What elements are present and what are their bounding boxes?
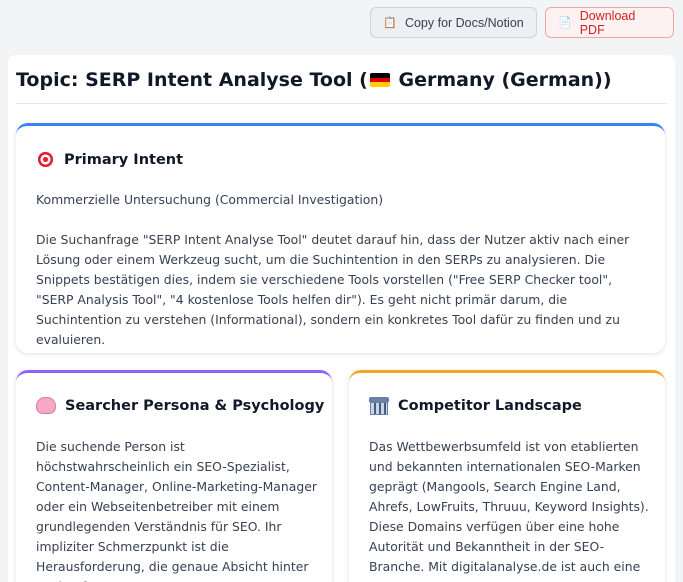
persona-header: Searcher Persona & Psychology <box>36 397 324 414</box>
primary-intent-header: Primary Intent <box>36 150 183 169</box>
download-pdf-button[interactable]: 📄 Download PDF <box>545 7 674 38</box>
competitor-header: Competitor Landscape <box>369 397 582 415</box>
persona-text: Die suchende Person ist höchstwahrschein… <box>36 439 317 582</box>
persona-body: Die suchende Person ist höchstwahrschein… <box>36 437 318 582</box>
primary-intent-body: Kommerzielle Untersuchung (Commercial In… <box>36 190 651 350</box>
clipboard-icon: 📋 <box>383 17 397 29</box>
pdf-button-label: Download PDF <box>579 8 636 37</box>
topic-title: SERP Intent Analyse Tool <box>85 69 353 91</box>
target-icon <box>36 150 55 169</box>
topic-region: Germany (German) <box>398 69 603 91</box>
toolbar: 📋 Copy for Docs/Notion 📄 Download PDF <box>370 7 674 38</box>
primary-intent-title: Primary Intent <box>64 151 184 168</box>
searcher-persona-card: Searcher Persona & Psychology Die suchen… <box>16 370 332 582</box>
germany-flag-icon <box>369 73 390 87</box>
competitor-text: Das Wettbewerbsumfeld ist von etablierte… <box>369 439 649 574</box>
document-icon: 📄 <box>558 17 572 29</box>
primary-intent-type: Kommerzielle Untersuchung (Commercial In… <box>36 192 384 207</box>
stadium-icon <box>369 397 389 415</box>
competitor-title: Competitor Landscape <box>398 398 582 414</box>
persona-title: Searcher Persona & Psychology <box>65 397 325 414</box>
competitor-body: Das Wettbewerbsumfeld ist von etablierte… <box>369 437 651 577</box>
copy-for-docs-button[interactable]: 📋 Copy for Docs/Notion <box>370 7 537 38</box>
brain-icon <box>36 397 56 414</box>
page-title: Topic: SERP Intent Analyse Tool ( German… <box>16 69 667 104</box>
primary-intent-description: Die Suchanfrage "SERP Intent Analyse Too… <box>36 232 630 347</box>
copy-button-label: Copy for Docs/Notion <box>404 15 524 30</box>
competitor-landscape-card: Competitor Landscape Das Wettbewerbsumfe… <box>349 370 665 582</box>
primary-intent-card: Primary Intent Kommerzielle Untersuchung… <box>16 123 665 353</box>
topic-prefix: Topic: <box>16 69 79 91</box>
report-panel: Topic: SERP Intent Analyse Tool ( German… <box>8 55 675 582</box>
